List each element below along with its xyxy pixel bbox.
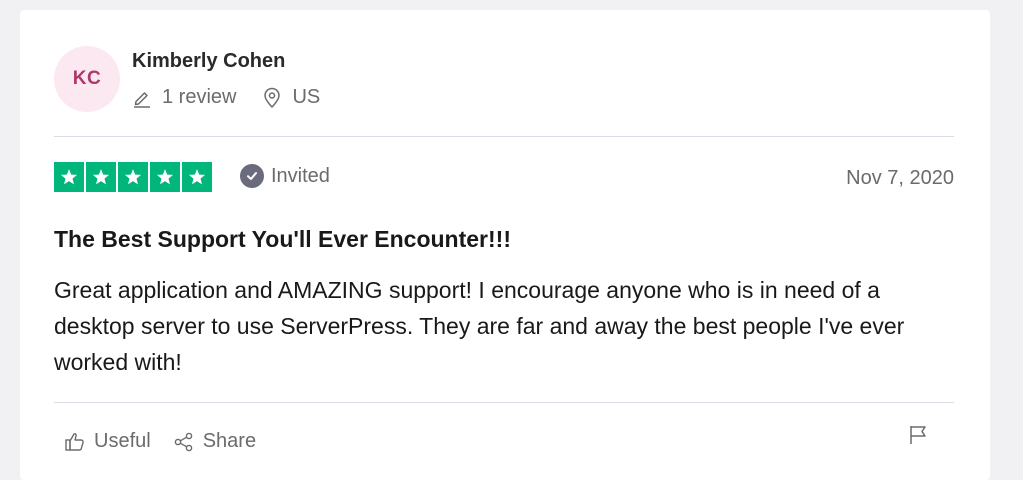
footer-divider <box>54 402 954 403</box>
reviewer-location: US <box>262 86 320 109</box>
review-date: Nov 7, 2020 <box>846 167 954 189</box>
star-icon <box>86 162 116 192</box>
thumbs-up-icon <box>65 432 84 451</box>
invited-badge[interactable]: Invited <box>240 164 330 188</box>
header-divider <box>54 136 954 137</box>
star-icon <box>150 162 180 192</box>
review-count: 1 review <box>132 86 236 109</box>
flag-icon <box>910 426 926 444</box>
review-title[interactable]: The Best Support You'll Ever Encounter!!… <box>54 226 511 253</box>
reviewer-meta: 1 review US <box>132 86 320 109</box>
report-button[interactable] <box>908 424 928 451</box>
review-card: KC Kimberly Cohen 1 review US Invited No… <box>20 10 990 480</box>
useful-button[interactable]: Useful <box>64 430 151 453</box>
useful-label: Useful <box>94 430 151 452</box>
avatar[interactable]: KC <box>54 46 120 112</box>
reviewer-name[interactable]: Kimberly Cohen <box>132 50 285 73</box>
share-label: Share <box>202 430 257 452</box>
pencil-icon <box>134 91 150 108</box>
star-rating <box>54 162 214 192</box>
location-pin-icon <box>264 87 281 108</box>
review-count-text: 1 review <box>162 86 237 108</box>
share-button[interactable]: Share <box>173 430 256 453</box>
avatar-initials: KC <box>72 68 102 89</box>
location-text: US <box>292 86 321 108</box>
invited-label: Invited <box>271 164 330 187</box>
star-icon <box>118 162 148 192</box>
star-icon <box>54 162 84 192</box>
checkmark-circle-icon <box>240 164 264 188</box>
share-icon <box>174 432 193 451</box>
star-icon <box>182 162 212 192</box>
review-actions: Useful Share <box>64 430 256 453</box>
review-body: Great application and AMAZING support! I… <box>54 277 905 375</box>
